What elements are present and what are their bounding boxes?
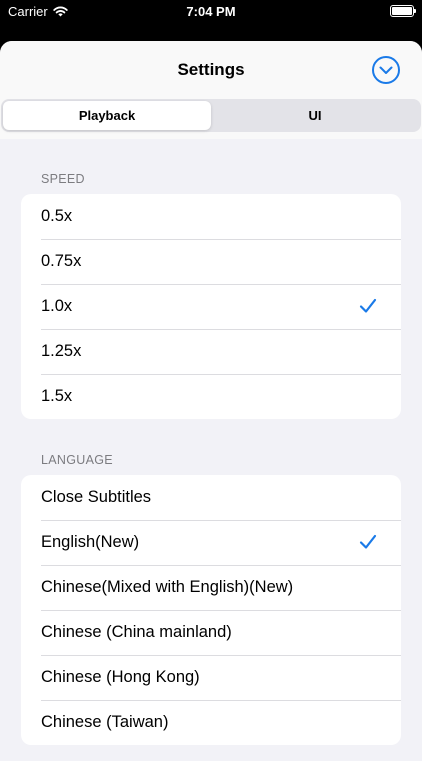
segment-ui[interactable]: UI — [211, 101, 419, 130]
language-options-group: Close Subtitles English(New) Chinese(Mix… — [21, 475, 401, 745]
language-option-english-new[interactable]: English(New) — [21, 520, 401, 565]
option-label: Chinese (Taiwan) — [41, 713, 169, 731]
language-option-chinese-mainland[interactable]: Chinese (China mainland) — [21, 610, 401, 655]
section-header-language: LANGUAGE — [41, 453, 113, 467]
option-label: Chinese (China mainland) — [41, 623, 232, 641]
speed-option-0-5x[interactable]: 0.5x — [21, 194, 401, 239]
dismiss-button[interactable] — [372, 56, 400, 84]
option-label: 1.25x — [41, 342, 82, 360]
segmented-control: Playback UI — [1, 99, 421, 132]
section-header-speed: SPEED — [41, 172, 85, 186]
chevron-down-icon — [379, 66, 393, 74]
option-label: Chinese (Hong Kong) — [41, 668, 200, 686]
navigation-bar: Settings — [0, 41, 422, 99]
speed-option-1-0x[interactable]: 1.0x — [21, 284, 401, 329]
battery-level — [392, 7, 412, 15]
language-option-chinese-hong-kong[interactable]: Chinese (Hong Kong) — [21, 655, 401, 700]
page-title: Settings — [177, 60, 245, 79]
settings-sheet: Settings Playback UI SPEED 0.5x 0.75x 1.… — [0, 41, 422, 761]
option-label: 0.5x — [41, 207, 73, 225]
segmented-control-container: Playback UI — [0, 99, 422, 139]
option-label: Close Subtitles — [41, 488, 152, 506]
speed-option-1-25x[interactable]: 1.25x — [21, 329, 401, 374]
language-option-chinese-taiwan[interactable]: Chinese (Taiwan) — [21, 700, 401, 745]
checkmark-icon — [359, 298, 377, 313]
option-label: 1.5x — [41, 387, 73, 405]
language-option-close-subtitles[interactable]: Close Subtitles — [21, 475, 401, 520]
speed-option-1-5x[interactable]: 1.5x — [21, 374, 401, 419]
option-label: English(New) — [41, 533, 140, 551]
checkmark-icon — [359, 534, 377, 549]
option-label: 1.0x — [41, 297, 73, 315]
speed-options-group: 0.5x 0.75x 1.0x 1.25x 1.5x — [21, 194, 401, 419]
status-time: 7:04 PM — [186, 4, 236, 19]
status-bar: Carrier 7:04 PM — [0, 0, 422, 24]
battery-icon — [390, 5, 416, 17]
option-label: 0.75x — [41, 252, 82, 270]
option-label: Chinese(Mixed with English)(New) — [41, 578, 294, 596]
language-option-chinese-mixed[interactable]: Chinese(Mixed with English)(New) — [21, 565, 401, 610]
segment-playback[interactable]: Playback — [3, 101, 211, 130]
speed-option-0-75x[interactable]: 0.75x — [21, 239, 401, 284]
